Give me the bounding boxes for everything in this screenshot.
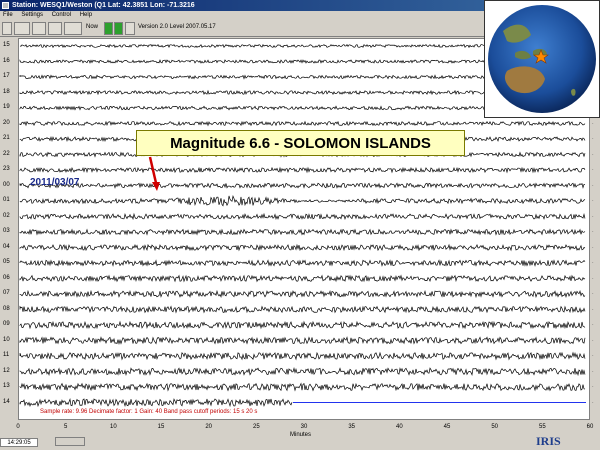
axis-label: Minutes [290,432,312,438]
callout-arrow-head [152,182,160,191]
axis-tick-label: 45 [443,424,451,430]
axis-tick-label: 25 [252,424,260,430]
time-axis: 0 5 10 15 20 25 30 35 40 45 50 55 60 Minutes [16,420,593,450]
axis-tick-label: 0 [16,424,20,430]
axis-tick-label: 35 [348,424,355,430]
axis-tick-label: 50 [491,424,498,430]
seismograph-window: Station: WESQ1/Weston (Q1 Lat: 42.3851 L… [0,0,600,450]
axis-tick-label: 10 [109,424,117,430]
iris-logo: IRIS [536,434,561,448]
callout-arrow-shaft [148,156,158,184]
status-box [55,437,85,446]
axis-tick-label: 20 [205,424,212,430]
axis-tick-label: 5 [63,424,68,430]
axis-tick-label: 40 [395,424,403,430]
axis-tick-label: 30 [300,424,308,430]
globe-map [488,5,596,113]
axis-tick-label: 60 [586,424,594,430]
axis-tick-label: 55 [538,424,546,430]
globe-map-frame [484,0,600,118]
magnitude-callout: Magnitude 6.6 - SOLOMON ISLANDS [136,130,465,156]
clock-display: 14:29:05 [0,438,38,447]
sample-info-text: Sample rate: 9.96 Decimate factor: 1 Gai… [40,409,258,415]
axis-tick-label: 15 [157,424,165,430]
